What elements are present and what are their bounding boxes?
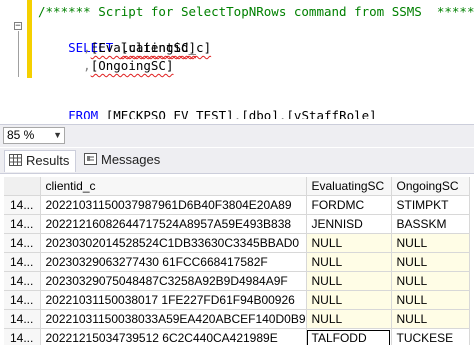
schema-name: [dbo] <box>241 108 279 119</box>
cell-clientid[interactable]: 20230329075048487C3258A92B9D4984A9F <box>40 271 307 291</box>
cell-evaluatingsc[interactable]: NULL <box>306 290 392 310</box>
row-number[interactable]: 14... <box>4 195 41 215</box>
grid-icon <box>9 152 22 172</box>
row-number[interactable]: 14... <box>4 328 41 345</box>
column-header[interactable]: OngoingSC <box>391 177 470 196</box>
row-number[interactable]: 14... <box>4 271 41 291</box>
cell-ongoingsc[interactable]: NULL <box>391 233 470 253</box>
cell-clientid[interactable]: 20230329063277430 61FCC668417582F <box>40 252 307 272</box>
column-evaluatingsc: [EvaluatingSC] <box>90 40 197 55</box>
code-from-line: FROM [MECKPSO_EV_TEST].[dbo].[vStaffRole… <box>38 89 377 119</box>
cell-evaluatingsc[interactable]: TALFODD <box>306 328 392 345</box>
column-header[interactable]: clientid_c <box>40 177 307 196</box>
column-ongoingsc: [OngoingSC] <box>90 58 174 73</box>
row-number[interactable]: 14... <box>4 252 41 272</box>
table-row[interactable]: 14... 20230302014528524C1DB33630C3345BBA… <box>4 233 470 253</box>
tab-messages[interactable]: Messages <box>80 150 170 172</box>
cell-clientid[interactable]: 20230302014528524C1DB33630C3345BBAD0 <box>40 233 307 253</box>
cell-ongoingsc[interactable]: BASSKM <box>391 214 470 234</box>
database-name: [MECKPSO_EV_TEST] <box>105 108 234 119</box>
code-comment-line: /****** Script for SelectTopNRows comman… <box>38 4 474 19</box>
cell-evaluatingsc[interactable]: NULL <box>306 271 392 291</box>
results-grid[interactable]: clientid_c EvaluatingSC OngoingSC 14... … <box>4 177 474 345</box>
cell-evaluatingsc[interactable]: JENNISD <box>306 214 392 234</box>
cell-clientid[interactable]: 20221215034739512 6C2C440CA421989E <box>40 328 307 345</box>
cell-ongoingsc[interactable]: TUCKESE <box>391 328 470 345</box>
cell-clientid[interactable]: 20221031150037987961D6B40F3804E20A89 <box>40 195 307 215</box>
messages-icon <box>84 151 97 171</box>
zoom-value: 85 % <box>7 128 35 142</box>
table-row[interactable]: 14... 20230329075048487C3258A92B9D4984A9… <box>4 271 470 291</box>
cell-ongoingsc[interactable]: NULL <box>391 309 470 329</box>
row-number[interactable]: 14... <box>4 214 41 234</box>
code-column-line: ,[OngoingSC] <box>38 57 173 93</box>
corner-cell[interactable] <box>4 177 41 196</box>
tab-messages-label: Messages <box>101 152 161 167</box>
tab-results-label: Results <box>26 153 70 168</box>
results-table: clientid_c EvaluatingSC OngoingSC 14... … <box>4 177 470 345</box>
zoom-dropdown[interactable]: 85 % ▼ <box>3 127 65 144</box>
cell-ongoingsc[interactable]: STIMPKT <box>391 195 470 215</box>
cell-clientid[interactable]: 20221031150038033A59EA420ABCEF140D0B9 <box>40 309 307 329</box>
table-row[interactable]: 14... 20221031150038017 1FE227FD61F94B00… <box>4 290 470 310</box>
results-tab-strip: Results Messages <box>0 148 474 174</box>
table-row[interactable]: 14... 20221031150037987961D6B40F3804E20A… <box>4 195 470 215</box>
tab-results[interactable]: Results <box>4 150 76 172</box>
row-number[interactable]: 14... <box>4 309 41 329</box>
comma: , <box>83 40 91 55</box>
row-number[interactable]: 14... <box>4 290 41 310</box>
cell-clientid[interactable]: 20221031150038017 1FE227FD61F94B00926 <box>40 290 307 310</box>
view-name: [vStaffRole] <box>286 108 377 119</box>
cell-evaluatingsc[interactable]: FORDMC <box>306 195 392 215</box>
cell-ongoingsc[interactable]: NULL <box>391 290 470 310</box>
cell-evaluatingsc[interactable]: NULL <box>306 309 392 329</box>
zoom-bar: 85 % ▼ <box>0 124 474 147</box>
cell-ongoingsc[interactable]: NULL <box>391 271 470 291</box>
comma: , <box>83 58 91 73</box>
cell-evaluatingsc[interactable]: NULL <box>306 233 392 253</box>
keyword-from: FROM <box>68 108 99 119</box>
row-number[interactable]: 14... <box>4 233 41 253</box>
sql-editor[interactable]: − /****** Script for SelectTopNRows comm… <box>0 0 474 119</box>
change-tracking-bar <box>27 0 32 78</box>
table-row[interactable]: 14... 20230329063277430 61FCC668417582F … <box>4 252 470 272</box>
outline-guide <box>18 31 19 77</box>
header-row: clientid_c EvaluatingSC OngoingSC <box>4 177 470 196</box>
chevron-down-icon[interactable]: ▼ <box>53 128 62 143</box>
cell-clientid[interactable]: 20221216082644717524A8957A59E493B838 <box>40 214 307 234</box>
cell-ongoingsc[interactable]: NULL <box>391 252 470 272</box>
cell-evaluatingsc[interactable]: NULL <box>306 252 392 272</box>
collapse-toggle-icon[interactable]: − <box>14 22 22 31</box>
table-row[interactable]: 14... 20221216082644717524A8957A59E493B8… <box>4 214 470 234</box>
column-header[interactable]: EvaluatingSC <box>306 177 392 196</box>
table-row[interactable]: 14... 20221031150038033A59EA420ABCEF140D… <box>4 309 470 329</box>
table-row[interactable]: 14... 20221215034739512 6C2C440CA421989E… <box>4 328 470 345</box>
